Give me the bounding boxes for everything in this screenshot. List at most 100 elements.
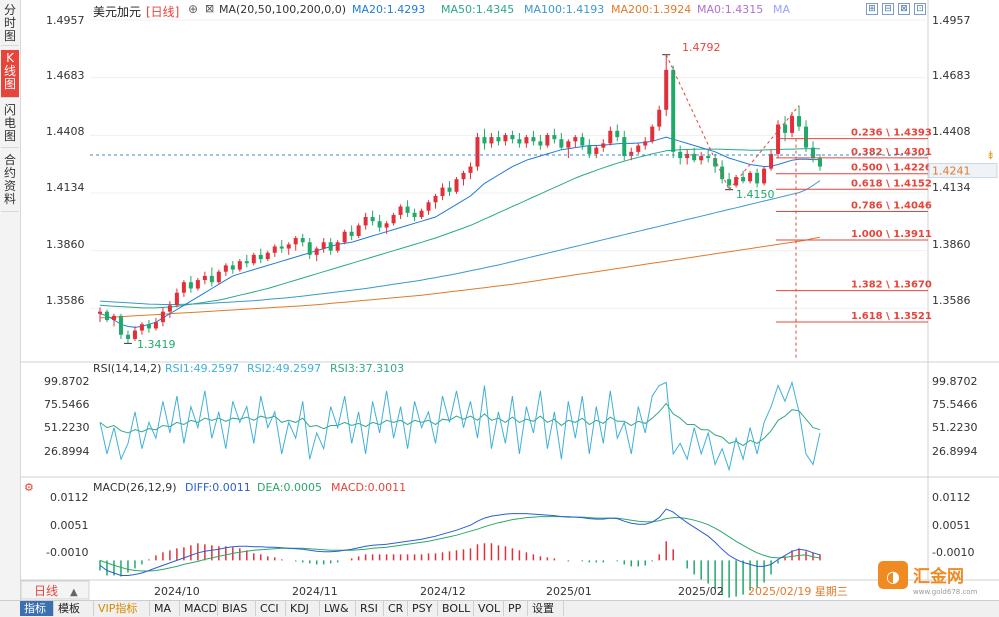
candle-body [650, 126, 655, 142]
candle-body [391, 214, 396, 224]
candle-body [468, 166, 473, 173]
price-tick: 1.4134 [932, 181, 971, 194]
macd-diff-value: DIFF:0.0011 [185, 481, 251, 494]
candle-body [230, 265, 235, 270]
candle-body [216, 271, 221, 283]
candle-body [167, 305, 172, 312]
fib-level-label: 1.618 \ 1.3521 [851, 311, 932, 322]
logo-url: www.gold678.com [913, 588, 978, 596]
fib-level-label: 0.236 \ 1.4393 [851, 128, 932, 139]
candle-body [482, 137, 487, 144]
rsi-fast-line [99, 380, 821, 472]
candle-body [363, 217, 368, 226]
candle-body [699, 156, 704, 161]
toolbar-item[interactable]: VIP指标 [94, 601, 150, 616]
candle-body [279, 246, 284, 249]
rsi-tick-right: 75.5466 [932, 398, 978, 411]
candle-body [251, 254, 256, 264]
candle-body [244, 261, 249, 264]
macd-tick: -0.0010 [46, 546, 88, 559]
rsi-tick-right: 26.8994 [932, 445, 978, 458]
candle-body [328, 242, 333, 251]
candle-body [461, 172, 466, 180]
toolbar-item[interactable]: VOL [474, 601, 504, 616]
macd-dea-line [99, 516, 821, 572]
toolbar-item[interactable]: PP [504, 601, 528, 616]
candle-body [496, 137, 501, 142]
candle-body [727, 179, 732, 186]
date-stamp: 2025/02/19 星期三 [748, 585, 848, 598]
toolbar-item[interactable]: RSI [356, 601, 384, 616]
candle-body [720, 166, 725, 180]
candle-body [223, 265, 228, 272]
price-tick-left: 1.3860 [46, 238, 85, 251]
price-tick-left: 1.4957 [46, 14, 85, 27]
macd-macd-value: MACD:0.0011 [331, 481, 406, 494]
candle-body [237, 261, 242, 270]
candle-body [314, 248, 319, 255]
date-tick: 2024/10 [154, 585, 200, 598]
ma100-line [99, 180, 821, 305]
candle-body [300, 238, 305, 243]
price-tick: 1.4957 [932, 14, 971, 27]
toolbar-item[interactable]: BIAS [218, 601, 256, 616]
candle-body [489, 137, 494, 144]
candle-body [412, 212, 417, 218]
rsi-lines [99, 380, 821, 472]
low-annotation-left: 1.3419 [137, 338, 176, 351]
macd-tick-right: -0.0010 [932, 546, 974, 559]
fib-level-label: 0.618 \ 1.4152 [851, 178, 932, 189]
candle-body [433, 195, 438, 203]
price-tick: 1.4408 [932, 125, 971, 138]
candle-body [594, 147, 599, 154]
candle-body [321, 242, 326, 249]
candle-body [209, 275, 214, 283]
rsi3-value: RSI3:37.3103 [330, 362, 404, 375]
fib-level-label: 1.382 \ 1.3670 [851, 280, 932, 291]
candle-body [580, 137, 585, 146]
ma20-line [99, 136, 820, 328]
candle-body [125, 334, 130, 339]
candle-body [797, 116, 802, 127]
toolbar-item[interactable]: CR [384, 601, 408, 616]
toolbar-item[interactable]: CCI [256, 601, 286, 616]
rsi1-value: RSI1:49.2597 [165, 362, 239, 375]
toolbar-item[interactable]: MA [150, 601, 180, 616]
candle-body [615, 130, 620, 138]
candle-body [636, 145, 641, 152]
low-annotation-mid: 1.4150 [736, 188, 775, 201]
candle-body [342, 231, 347, 243]
candle-body [818, 158, 822, 167]
candle-body [762, 168, 767, 184]
candle-body [601, 143, 606, 148]
fib-level-label: 0.500 \ 1.4226 [851, 163, 932, 174]
period-selector: 日线 [34, 584, 58, 598]
toolbar-item[interactable]: 指标 [20, 601, 54, 616]
toolbar-item[interactable]: LW& [320, 601, 356, 616]
toolbar-item[interactable]: 设置 [528, 601, 564, 616]
logo-text: 汇金网 [913, 566, 964, 587]
toolbar-item[interactable]: BOLL [438, 601, 474, 616]
candle-body [202, 275, 207, 281]
current-price-label: 1.4241 [932, 165, 971, 178]
rsi-tick-right: 99.8702 [932, 375, 978, 388]
candle-body [181, 282, 186, 293]
price-chart-svg[interactable]: 0.236 \ 1.4393 0.382 \ 1.4301 0.500 \ 1.42… [0, 0, 999, 600]
candle-body [440, 187, 445, 196]
candle-body [195, 280, 200, 289]
candle-body [503, 135, 508, 142]
date-tick: 2025/01 [546, 585, 592, 598]
candle-body [804, 126, 809, 148]
candle-body [706, 156, 711, 159]
toolbar-item[interactable]: MACD [180, 601, 218, 616]
fib-level-label: 0.786 \ 1.4046 [851, 201, 932, 212]
candle-body [258, 254, 263, 260]
toolbar-item[interactable]: KDJ [286, 601, 320, 616]
toolbar-item[interactable]: PSY [408, 601, 438, 616]
macd-dea-value: DEA:0.0005 [257, 481, 322, 494]
macd-label: MACD(26,12,9) [93, 481, 177, 494]
indicator-toolbar: 指标 模板 VIP指标 MA MACD BIAS CCI KDJ LW& RSI CR PSY BOLL… [0, 600, 999, 617]
candle-body [657, 109, 662, 127]
toolbar-item[interactable]: 模板 [54, 601, 94, 616]
candle-body [755, 172, 760, 184]
